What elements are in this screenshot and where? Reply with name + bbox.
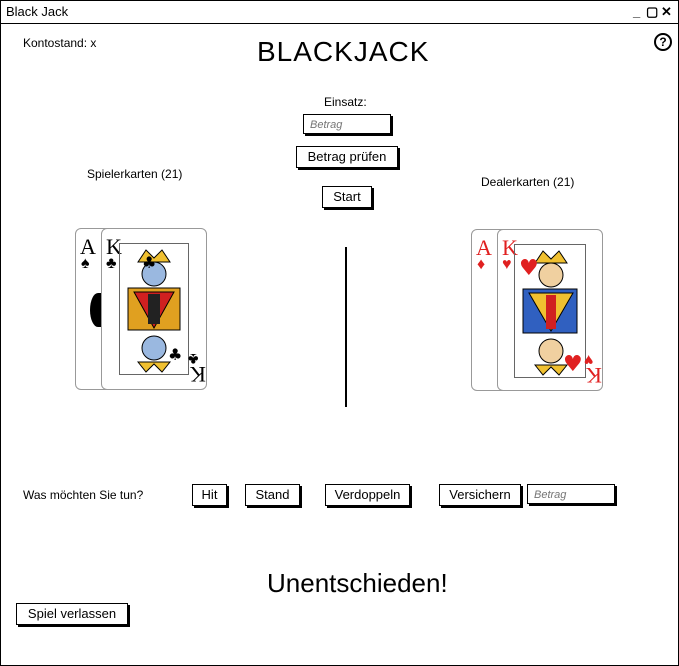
heart-icon: ♥ (502, 256, 512, 273)
restore-icon[interactable]: ▢ (646, 4, 658, 20)
insurance-button[interactable]: Versichern (439, 484, 521, 506)
svg-text:♥: ♥ (519, 256, 539, 281)
diamond-icon: ♦ (477, 256, 486, 273)
insurance-amount-field[interactable] (534, 485, 614, 505)
king-figure-icon: ♣ ♣ (127, 249, 182, 373)
spade-icon: ♠ (81, 255, 90, 272)
minimize-icon[interactable]: _ (633, 4, 640, 19)
page-title: BLACKJACK (257, 36, 430, 67)
dealer-cards-label: Dealerkarten (21) (481, 175, 575, 189)
title-bar: Black Jack _ ▢ ✕ (1, 1, 678, 24)
result-message: Unentschieden! (267, 568, 448, 598)
stand-button[interactable]: Stand (245, 484, 300, 506)
player-cards-label: Spielerkarten (21) (87, 167, 183, 181)
center-divider (345, 247, 347, 407)
svg-text:♥: ♥ (563, 352, 583, 377)
double-button[interactable]: Verdoppeln (325, 484, 410, 506)
bet-amount-input[interactable] (303, 114, 391, 135)
player-card-2: K ♣ ♣ ♣ ♣ K (101, 228, 207, 390)
start-button[interactable]: Start (322, 186, 372, 208)
card-rank: K (586, 363, 602, 388)
check-amount-button[interactable]: Betrag prüfen (296, 146, 398, 168)
balance-label: Kontostand: x (23, 36, 97, 50)
king-figure-icon: ♥ ♥ (519, 250, 583, 377)
dealer-card-2: K ♥ ♥ ♥ ♥ K (497, 229, 603, 391)
bet-amount-field[interactable] (310, 115, 390, 135)
svg-text:♣: ♣ (142, 253, 156, 272)
hit-button[interactable]: Hit (192, 484, 227, 506)
king-illustration: ♥ ♥ (514, 244, 586, 378)
close-icon[interactable]: ✕ (661, 4, 672, 20)
svg-text:♣: ♣ (168, 345, 182, 364)
club-icon: ♣ (106, 255, 117, 272)
king-illustration: ♣ ♣ (119, 243, 189, 375)
action-prompt: Was möchten Sie tun? (23, 488, 144, 502)
bet-label: Einsatz: (324, 95, 367, 109)
help-icon[interactable]: ? (654, 33, 672, 51)
window-title: Black Jack (6, 4, 69, 19)
leave-game-button[interactable]: Spiel verlassen (16, 603, 128, 625)
insurance-amount-input[interactable] (527, 484, 615, 505)
card-rank: K (190, 362, 206, 387)
